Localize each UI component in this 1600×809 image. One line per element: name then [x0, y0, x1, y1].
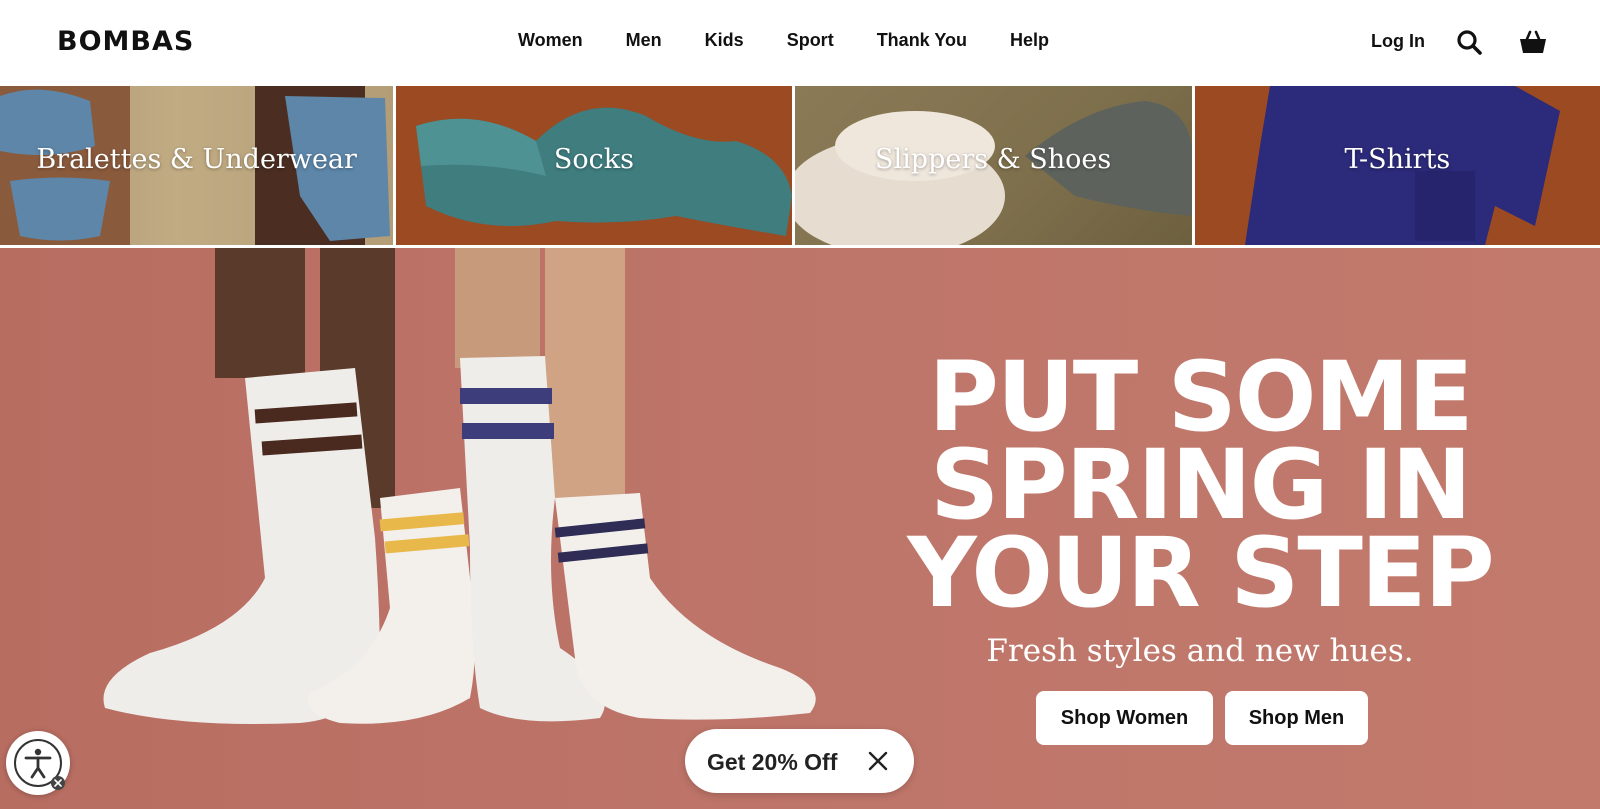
category-label: T-Shirts	[1344, 144, 1451, 175]
logo[interactable]: BOMBAS	[57, 26, 194, 57]
hero-title-line: PUT SOME	[928, 341, 1473, 453]
nav-item-help[interactable]: Help	[1010, 30, 1049, 51]
nav-item-sport[interactable]: Sport	[787, 30, 834, 51]
shop-women-button[interactable]: Shop Women	[1036, 691, 1213, 745]
search-icon[interactable]	[1455, 28, 1483, 56]
category-label: Bralettes & Underwear	[36, 144, 357, 175]
close-icon[interactable]	[866, 749, 890, 773]
cart-icon[interactable]	[1518, 28, 1548, 56]
close-icon[interactable]	[51, 776, 65, 790]
accessibility-button[interactable]	[6, 731, 70, 795]
nav-item-thank-you[interactable]: Thank You	[877, 30, 967, 51]
promo-pill[interactable]: Get 20% Off	[685, 729, 914, 793]
hero-banner: PUT SOME SPRING IN YOUR STEP Fresh style…	[0, 248, 1600, 809]
promo-label[interactable]: Get 20% Off	[707, 749, 837, 776]
nav-item-kids[interactable]: Kids	[705, 30, 744, 51]
category-label: Slippers & Shoes	[875, 144, 1112, 175]
category-label: Socks	[553, 144, 634, 175]
nav-item-men[interactable]: Men	[626, 30, 662, 51]
nav-item-women[interactable]: Women	[518, 30, 583, 51]
category-tile-socks[interactable]: Socks	[396, 86, 792, 245]
shop-men-button[interactable]: Shop Men	[1225, 691, 1368, 745]
hero-title: PUT SOME SPRING IN YOUR STEP	[900, 341, 1500, 629]
site-header: BOMBAS Women Men Kids Sport Thank You He…	[0, 0, 1600, 86]
category-tile-slippers-shoes[interactable]: Slippers & Shoes	[794, 86, 1192, 245]
category-tile-bralettes-underwear[interactable]: Bralettes & Underwear	[0, 86, 394, 245]
main-nav: Women Men Kids Sport Thank You Help	[518, 30, 1049, 51]
category-strip: Bralettes & Underwear Socks Slippers & S…	[0, 86, 1600, 245]
hero-title-line: SPRING IN	[930, 429, 1472, 541]
hero-title-line: YOUR STEP	[907, 517, 1495, 629]
login-link[interactable]: Log In	[1371, 31, 1425, 52]
hero-subtitle: Fresh styles and new hues.	[986, 633, 1414, 669]
category-tile-t-shirts[interactable]: T-Shirts	[1194, 86, 1600, 245]
hero-socks-photo	[103, 248, 816, 724]
hero-buttons: Shop Women Shop Men	[1036, 691, 1368, 745]
